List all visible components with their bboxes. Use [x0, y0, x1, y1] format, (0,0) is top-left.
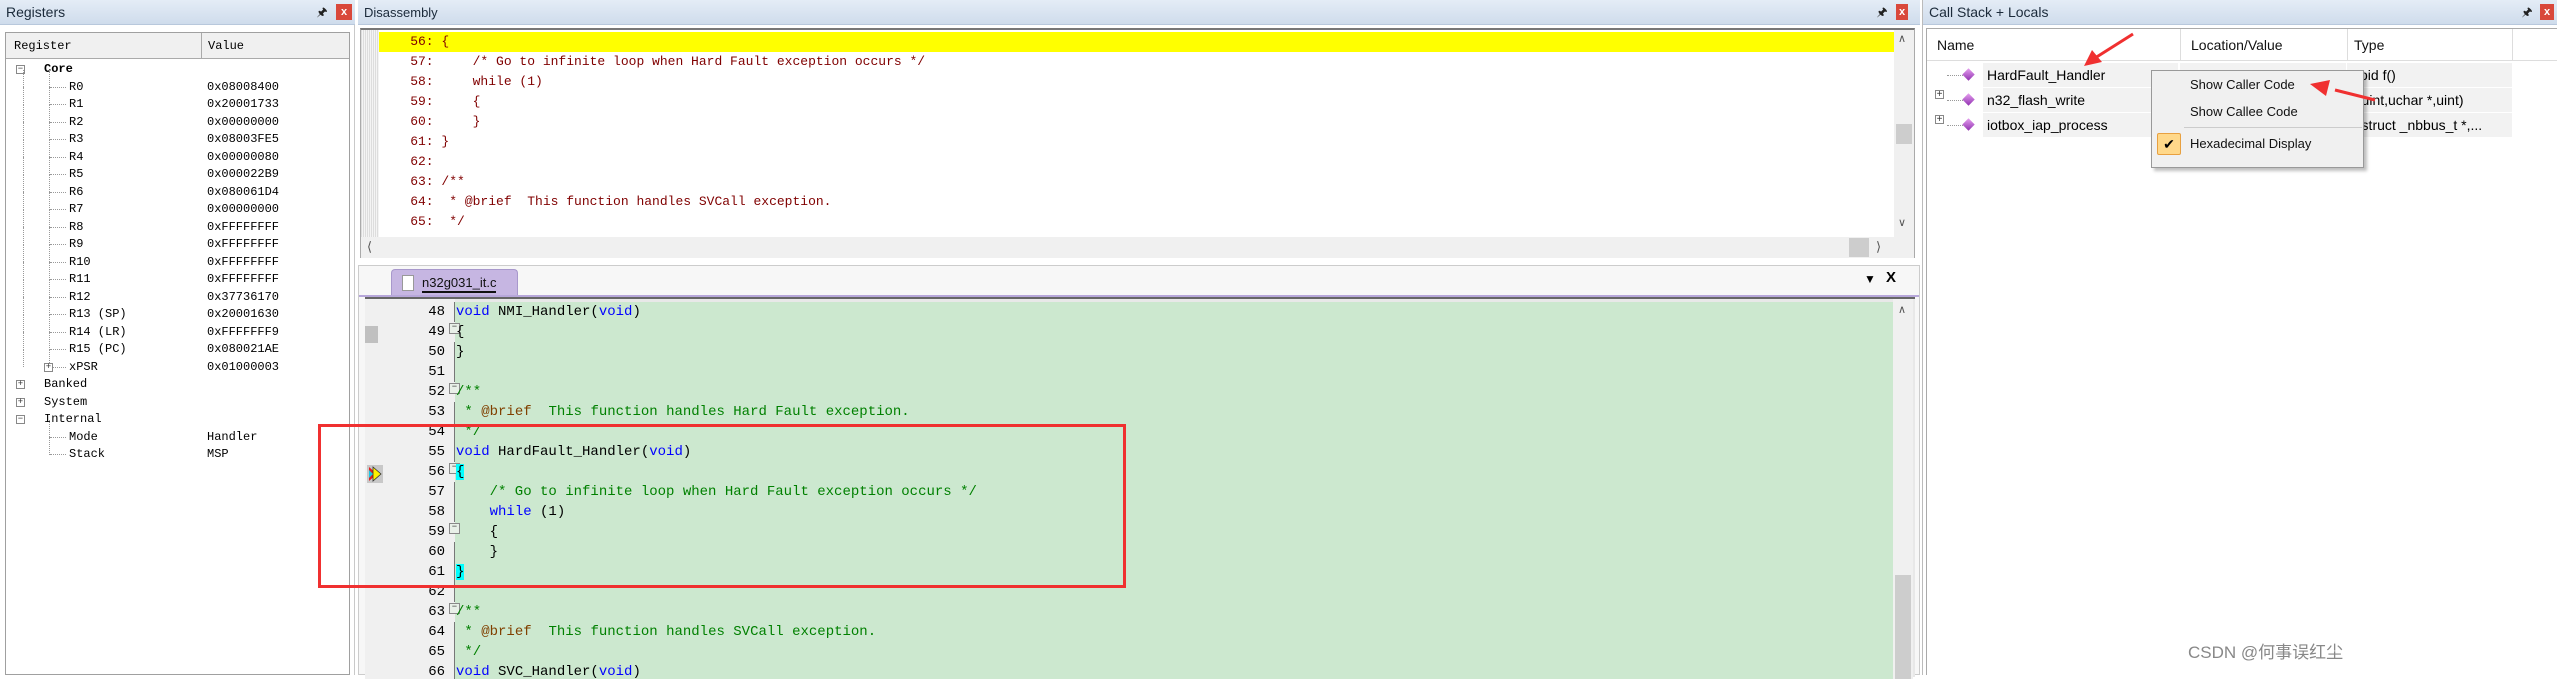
- watermark: CSDN @何事误红尘: [2188, 643, 2344, 662]
- arrow-to-show-caller: [2334, 88, 2376, 102]
- annotation-arrows: [2084, 32, 2376, 102]
- arrow-to-hardfault: [2094, 32, 2134, 60]
